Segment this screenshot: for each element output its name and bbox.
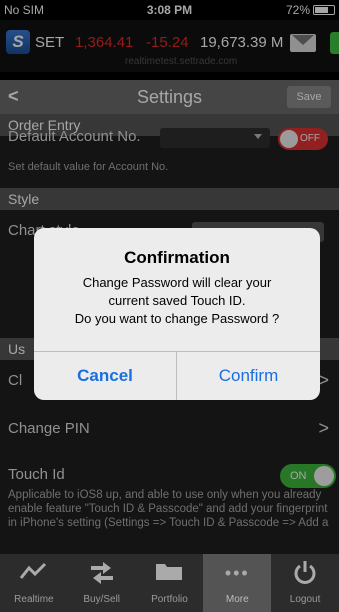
tab-label: Logout	[289, 594, 321, 605]
chart-line-icon	[0, 560, 68, 586]
more-dots-icon: •••	[224, 563, 250, 583]
tab-realtime[interactable]: Realtime	[0, 554, 68, 612]
tab-label: More	[225, 594, 249, 605]
confirmation-dialog: Confirmation Change Password will clear …	[34, 228, 320, 400]
tab-label: Buy/Sell	[83, 594, 121, 605]
tab-portfolio[interactable]: Portfolio	[136, 554, 204, 612]
tab-more[interactable]: ••• More	[203, 554, 272, 612]
folder-icon	[136, 560, 204, 586]
tab-buy-sell[interactable]: Buy/Sell	[68, 554, 136, 612]
cancel-button[interactable]: Cancel	[34, 351, 176, 400]
power-icon	[271, 560, 339, 586]
dialog-message-line: Do you want to change Password ?	[74, 311, 280, 326]
confirm-button[interactable]: Confirm	[177, 351, 320, 400]
tab-label: Realtime	[14, 594, 54, 605]
dialog-message: Change Password will clear your current …	[34, 274, 320, 328]
tab-bar: Realtime Buy/Sell Portfolio ••• More Log…	[0, 554, 339, 612]
dialog-title: Confirmation	[124, 248, 230, 267]
transfer-arrows-icon	[68, 560, 136, 586]
dialog-message-line: Change Password will clear your	[82, 275, 272, 290]
dialog-message-line: current saved Touch ID.	[108, 293, 246, 308]
tab-label: Portfolio	[151, 594, 188, 605]
tab-logout[interactable]: Logout	[271, 554, 339, 612]
